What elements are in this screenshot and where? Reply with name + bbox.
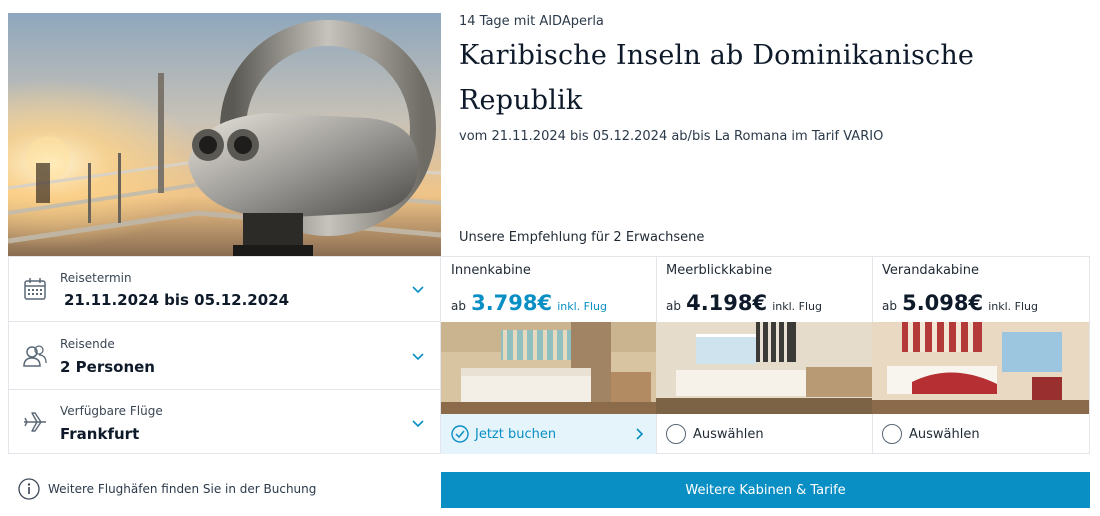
travelers-selector[interactable]: Reisende 2 Personen [9, 322, 440, 390]
price-value: 4.198€ [686, 291, 768, 315]
travelers-value: 2 Personen [60, 358, 155, 376]
radio-icon [666, 424, 686, 444]
cabin-photo [441, 322, 656, 414]
flights-selector[interactable]: Verfügbare Flüge Frankfurt [9, 390, 440, 453]
airplane-icon [24, 412, 46, 432]
book-now-label: Jetzt buchen [475, 426, 557, 442]
cabin-card-meerblickkabine[interactable]: Meerblickkabine ab 4.198€ inkl. Flug Aus… [656, 256, 873, 454]
cabin-card-innenkabine[interactable]: Innenkabine ab 3.798€ inkl. Flug Jetzt b… [440, 256, 657, 454]
travelers-label: Reisende [60, 337, 115, 351]
flights-value: Frankfurt [60, 425, 140, 443]
check-circle-icon [451, 425, 469, 443]
info-icon [18, 478, 40, 500]
select-label: Auswählen [909, 426, 980, 442]
cabin-photo [872, 322, 1089, 414]
trip-subline: 14 Tage mit AIDAperla [459, 14, 604, 29]
price-value: 5.098€ [902, 291, 984, 315]
chevron-down-icon [412, 420, 424, 428]
info-text: Weitere Flughäfen finden Sie in der Buch… [48, 482, 317, 496]
travel-date-value: 21.11.2024 bis 05.12.2024 [64, 291, 290, 309]
price-prefix: ab [451, 299, 466, 313]
cabin-name: Innenkabine [451, 263, 531, 278]
travel-date-selector[interactable]: Reisetermin 21.11.2024 bis 05.12.2024 [9, 257, 440, 322]
chevron-right-icon [636, 428, 644, 440]
travel-date-label: Reisetermin [60, 271, 132, 285]
cabin-name: Meerblickkabine [666, 263, 773, 278]
radio-icon [882, 424, 902, 444]
cabin-price: ab 5.098€ inkl. Flug [882, 291, 1038, 315]
trip-selectors: Reisetermin 21.11.2024 bis 05.12.2024 Re… [8, 256, 441, 454]
select-cabin-button[interactable]: Auswählen [872, 414, 1089, 454]
calendar-icon [24, 278, 46, 300]
price-suffix: inkl. Flug [557, 300, 608, 313]
cabin-price: ab 4.198€ inkl. Flug [666, 291, 822, 315]
book-now-button[interactable]: Jetzt buchen [441, 414, 656, 454]
chevron-down-icon [412, 353, 424, 361]
price-prefix: ab [666, 299, 681, 313]
price-value: 3.798€ [471, 291, 553, 315]
more-cabins-button[interactable]: Weitere Kabinen & Tarife [441, 472, 1090, 508]
cabin-name: Verandakabine [882, 263, 980, 278]
price-suffix: inkl. Flug [772, 300, 823, 313]
select-label: Auswählen [693, 426, 764, 442]
cabin-price: ab 3.798€ inkl. Flug [451, 291, 607, 315]
ship-binocular-photo [8, 13, 441, 256]
page-title: Karibische Inseln ab Dominikanische Repu… [459, 40, 975, 116]
recommendation-heading: Unsere Empfehlung für 2 Erwachsene [459, 230, 705, 245]
chevron-down-icon [412, 286, 424, 294]
price-prefix: ab [882, 299, 897, 313]
cabin-card-verandakabine[interactable]: Verandakabine ab 5.098€ inkl. Flug Auswä… [872, 256, 1090, 454]
cabin-photo [656, 322, 872, 414]
select-cabin-button[interactable]: Auswählen [656, 414, 872, 454]
trip-dates-line: vom 21.11.2024 bis 05.12.2024 ab/bis La … [459, 129, 884, 144]
people-icon [23, 345, 47, 367]
price-suffix: inkl. Flug [988, 300, 1039, 313]
cabin-options: Innenkabine ab 3.798€ inkl. Flug Jetzt b… [440, 256, 1090, 454]
flights-label: Verfügbare Flüge [60, 404, 163, 418]
